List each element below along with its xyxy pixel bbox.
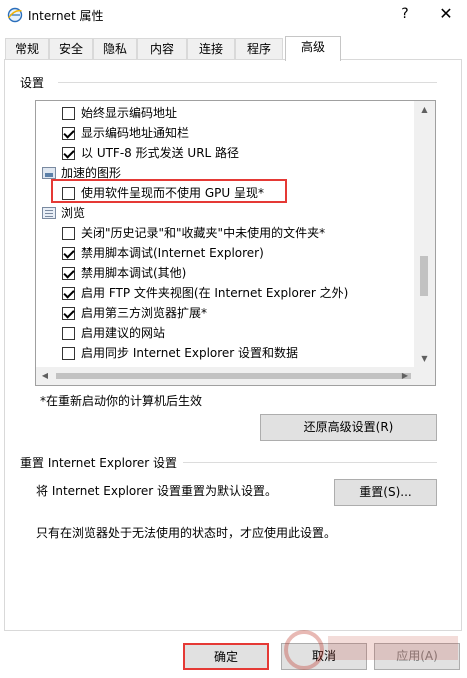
- checkbox[interactable]: [62, 247, 75, 260]
- list-item-label: 禁用脚本调试(其他): [81, 266, 187, 280]
- window-title: Internet 属性: [28, 9, 104, 23]
- tab-connections[interactable]: 连接: [187, 38, 235, 60]
- list-item-label: 启用建议的网站: [81, 326, 166, 340]
- list-item-label: 启用第三方浏览器扩展*: [81, 306, 208, 320]
- scroll-thumb[interactable]: [56, 373, 411, 379]
- scroll-right-icon[interactable]: ▶: [396, 367, 414, 385]
- apply-button[interactable]: 应用(A): [374, 643, 460, 670]
- list-item[interactable]: 显示编码地址通知栏: [36, 123, 414, 143]
- settings-group-label: 设置: [20, 74, 49, 91]
- title-bar: Internet 属性 ? ✕: [0, 0, 467, 30]
- internet-explorer-icon: [7, 7, 23, 23]
- tab-security[interactable]: 安全: [49, 38, 93, 60]
- close-button[interactable]: ✕: [433, 3, 459, 25]
- list-item[interactable]: 启用建议的网站: [36, 323, 414, 343]
- reset-warning: 只有在浏览器处于无法使用的状态时，才应使用此设置。: [36, 526, 337, 540]
- scroll-left-icon[interactable]: ◀: [36, 367, 54, 385]
- scroll-up-icon[interactable]: ▲: [414, 101, 435, 118]
- gpu-option-highlight: [51, 179, 287, 203]
- list-item[interactable]: 禁用脚本调试(Internet Explorer): [36, 243, 414, 263]
- list-item[interactable]: 始终显示编码地址: [36, 103, 414, 123]
- checkbox[interactable]: [62, 127, 75, 140]
- list-icon: [42, 207, 56, 219]
- ok-button[interactable]: 确定: [183, 643, 269, 670]
- list-item[interactable]: 启用第三方浏览器扩展*: [36, 303, 414, 323]
- checkbox[interactable]: [62, 347, 75, 360]
- list-item[interactable]: 禁用脚本调试(其他): [36, 263, 414, 283]
- list-item[interactable]: 启用同步 Internet Explorer 设置和数据: [36, 343, 414, 363]
- tab-privacy[interactable]: 隐私: [93, 38, 137, 60]
- tab-advanced[interactable]: 高级: [285, 36, 341, 61]
- scroll-thumb[interactable]: [420, 256, 428, 296]
- category-row: 浏览: [36, 203, 414, 223]
- list-item[interactable]: 关闭"历史记录"和"收藏夹"中未使用的文件夹*: [36, 223, 414, 243]
- restart-note: *在重新启动你的计算机后生效: [40, 394, 203, 408]
- settings-group-divider: [58, 82, 437, 83]
- checkbox[interactable]: [62, 287, 75, 300]
- help-button[interactable]: ?: [392, 3, 418, 25]
- tab-content[interactable]: 内容: [137, 38, 187, 60]
- image-icon: [42, 167, 56, 179]
- settings-list[interactable]: 始终显示编码地址 显示编码地址通知栏 以 UTF-8 形式发送 URL 路径 加…: [35, 100, 436, 386]
- checkbox[interactable]: [62, 147, 75, 160]
- list-item[interactable]: 启用 FTP 文件夹视图(在 Internet Explorer 之外): [36, 283, 414, 303]
- checkbox[interactable]: [62, 107, 75, 120]
- list-item-label: 显示编码地址通知栏: [81, 126, 190, 140]
- list-item-label: 以 UTF-8 形式发送 URL 路径: [81, 146, 240, 160]
- reset-button[interactable]: 重置(S)...: [334, 479, 437, 506]
- restore-advanced-settings-button[interactable]: 还原高级设置(R): [260, 414, 437, 441]
- tab-programs[interactable]: 程序: [235, 38, 283, 60]
- checkbox[interactable]: [62, 327, 75, 340]
- checkbox[interactable]: [62, 227, 75, 240]
- list-item-label: 关闭"历史记录"和"收藏夹"中未使用的文件夹*: [81, 226, 326, 240]
- checkbox[interactable]: [62, 307, 75, 320]
- cancel-button[interactable]: 取消: [281, 643, 367, 670]
- tab-general[interactable]: 常规: [5, 38, 49, 60]
- reset-group-divider: [183, 462, 437, 463]
- scroll-down-icon[interactable]: ▼: [414, 350, 435, 367]
- list-item-label: 禁用脚本调试(Internet Explorer): [81, 246, 264, 260]
- vertical-scrollbar[interactable]: ▲ ▼: [414, 101, 435, 367]
- list-item[interactable]: 以 UTF-8 形式发送 URL 路径: [36, 143, 414, 163]
- reset-group-label: 重置 Internet Explorer 设置: [20, 454, 182, 471]
- scrollbar-corner: [414, 367, 435, 385]
- list-item-label: 启用 FTP 文件夹视图(在 Internet Explorer 之外): [81, 286, 349, 300]
- category-label: 浏览: [61, 206, 86, 220]
- tab-strip: 常规 安全 隐私 内容 连接 程序 高级: [0, 36, 467, 61]
- checkbox[interactable]: [62, 267, 75, 280]
- reset-description: 将 Internet Explorer 设置重置为默认设置。: [36, 484, 278, 498]
- horizontal-scrollbar[interactable]: ◀ ▶: [36, 367, 414, 385]
- list-item-label: 始终显示编码地址: [81, 106, 178, 120]
- list-item-label: 启用同步 Internet Explorer 设置和数据: [81, 346, 299, 360]
